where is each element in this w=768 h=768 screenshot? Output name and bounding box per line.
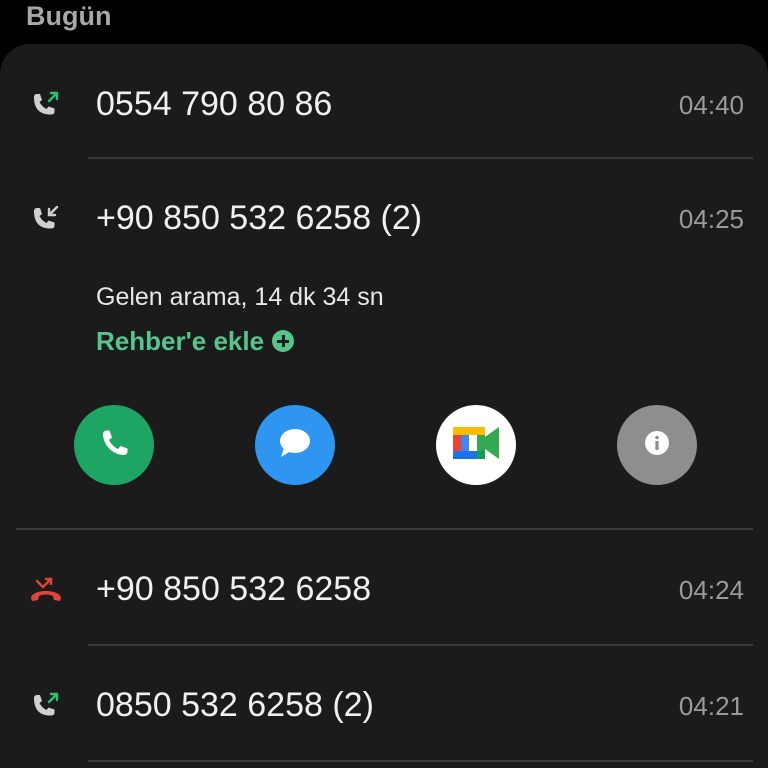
call-number: 0850 532 6258 (2) [96, 686, 374, 724]
incoming-call-icon [28, 202, 62, 236]
call-log-screen: Bugün 0554 790 80 86 04:40 +90 850 532 6… [0, 0, 768, 768]
divider [88, 157, 753, 159]
info-button[interactable] [617, 405, 697, 485]
call-time: 04:21 [678, 691, 744, 721]
call-time: 04:25 [678, 204, 744, 234]
missed-call-icon [28, 573, 62, 607]
add-to-contacts-label: Rehber'e ekle [96, 326, 265, 356]
message-button[interactable] [255, 405, 335, 485]
call-button[interactable] [74, 405, 154, 485]
call-time: 04:40 [678, 90, 744, 120]
call-number: +90 850 532 6258 [96, 570, 372, 608]
outgoing-call-icon [28, 88, 62, 122]
call-number: 0554 790 80 86 [96, 85, 333, 123]
divider [88, 644, 753, 646]
google-meet-button[interactable] [436, 405, 516, 485]
call-row[interactable]: 0554 790 80 86 04:40 [0, 68, 768, 140]
plus-circle-icon [272, 330, 295, 352]
info-icon [644, 430, 670, 461]
call-detail: Gelen arama, 14 dk 34 sn [96, 283, 384, 311]
call-time: 04:24 [678, 575, 744, 605]
message-icon [273, 421, 317, 470]
divider [16, 528, 753, 530]
call-row[interactable]: +90 850 532 6258 04:24 [0, 553, 768, 625]
google-meet-icon [449, 421, 503, 470]
outgoing-call-icon [28, 689, 62, 723]
section-header-today: Bugün [26, 1, 112, 31]
call-row[interactable]: 0850 532 6258 (2) 04:21 [0, 669, 768, 741]
call-row-expanded[interactable]: +90 850 532 6258 (2) 04:25 [0, 182, 768, 254]
divider [88, 760, 753, 762]
add-to-contacts-link[interactable]: Rehber'e ekle [96, 324, 295, 358]
call-number: +90 850 532 6258 (2) [96, 199, 423, 237]
phone-icon [94, 423, 134, 468]
